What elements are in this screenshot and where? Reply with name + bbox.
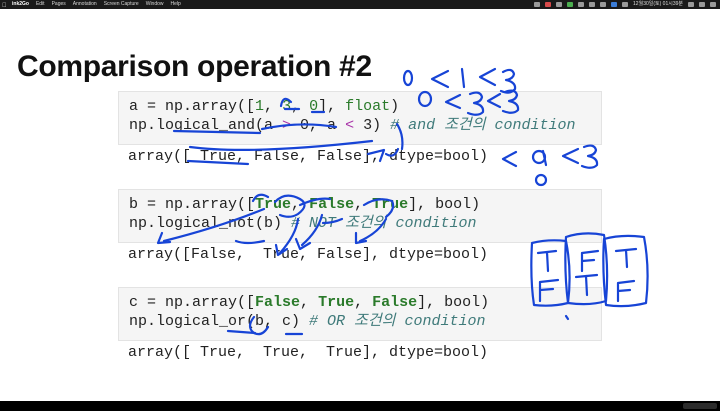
menu-bar:  ink2Go Edit Pages Annotation Screen Ca… (0, 0, 720, 9)
dropbox-icon[interactable] (534, 2, 541, 7)
code-line: np.logical_and(a > 0, a < 3) # and 조건의 c… (129, 117, 576, 134)
code-output: array([ True, True, True], dtype=bool) (128, 344, 489, 361)
menu-items: ink2Go Edit Pages Annotation Screen Capt… (12, 0, 181, 9)
input-method-icon[interactable] (611, 2, 618, 7)
bluetooth-icon[interactable] (578, 2, 585, 7)
ink-inequality-1 (402, 67, 517, 94)
record-icon[interactable] (545, 2, 552, 7)
code-cell-logical-and: a = np.array([1, 3, 0], float) np.logica… (118, 91, 602, 145)
notification-center-icon[interactable] (710, 2, 716, 7)
code-line: a = np.array([1, 3, 0], float) (129, 98, 400, 115)
ink-inequality-3 (501, 144, 599, 187)
menu-item-window[interactable]: Window (146, 0, 164, 9)
display-icon[interactable] (556, 2, 563, 7)
menu-item-pages[interactable]: Pages (52, 0, 66, 9)
volume-icon[interactable] (600, 2, 607, 7)
code-output: array([ True, False, False], dtype=bool) (128, 148, 489, 165)
apple-icon[interactable]:  (2, 2, 9, 9)
clock[interactable]: 12월30일(토) 01시39분 (633, 0, 683, 9)
search-icon[interactable] (688, 2, 694, 7)
menu-item-edit[interactable]: Edit (36, 0, 45, 9)
page-indicator (683, 403, 717, 409)
menu-item-help[interactable]: Help (171, 0, 181, 9)
wifi-icon[interactable] (589, 2, 596, 7)
code-line: np.logical_or(b, c) # OR 조건의 condition (129, 313, 486, 330)
battery-icon[interactable] (622, 2, 629, 7)
menu-item-annotation[interactable]: Annotation (73, 0, 97, 9)
code-line: b = np.array([True, False, True], bool) (129, 196, 481, 213)
siri-icon[interactable] (699, 2, 705, 7)
menu-item-screen-capture[interactable]: Screen Capture (104, 0, 139, 9)
code-cell-logical-not: b = np.array([True, False, True], bool) … (118, 189, 602, 243)
code-output: array([False, True, False], dtype=bool) (128, 246, 489, 263)
code-cell-logical-or: c = np.array([False, True, False], bool)… (118, 287, 602, 341)
bottom-bar (0, 401, 720, 411)
menu-item-app[interactable]: ink2Go (12, 0, 29, 9)
app-status-icon[interactable] (567, 2, 574, 7)
code-line: c = np.array([False, True, False], bool) (129, 294, 490, 311)
slide-title: Comparison operation #2 (17, 50, 372, 83)
code-line: np.logical_not(b) # NOT 조건의 condition (129, 215, 477, 232)
slide-canvas: Comparison operation #2 a = np.array([1,… (0, 9, 720, 401)
status-tray: 12월30일(토) 01시39분 (534, 0, 720, 9)
